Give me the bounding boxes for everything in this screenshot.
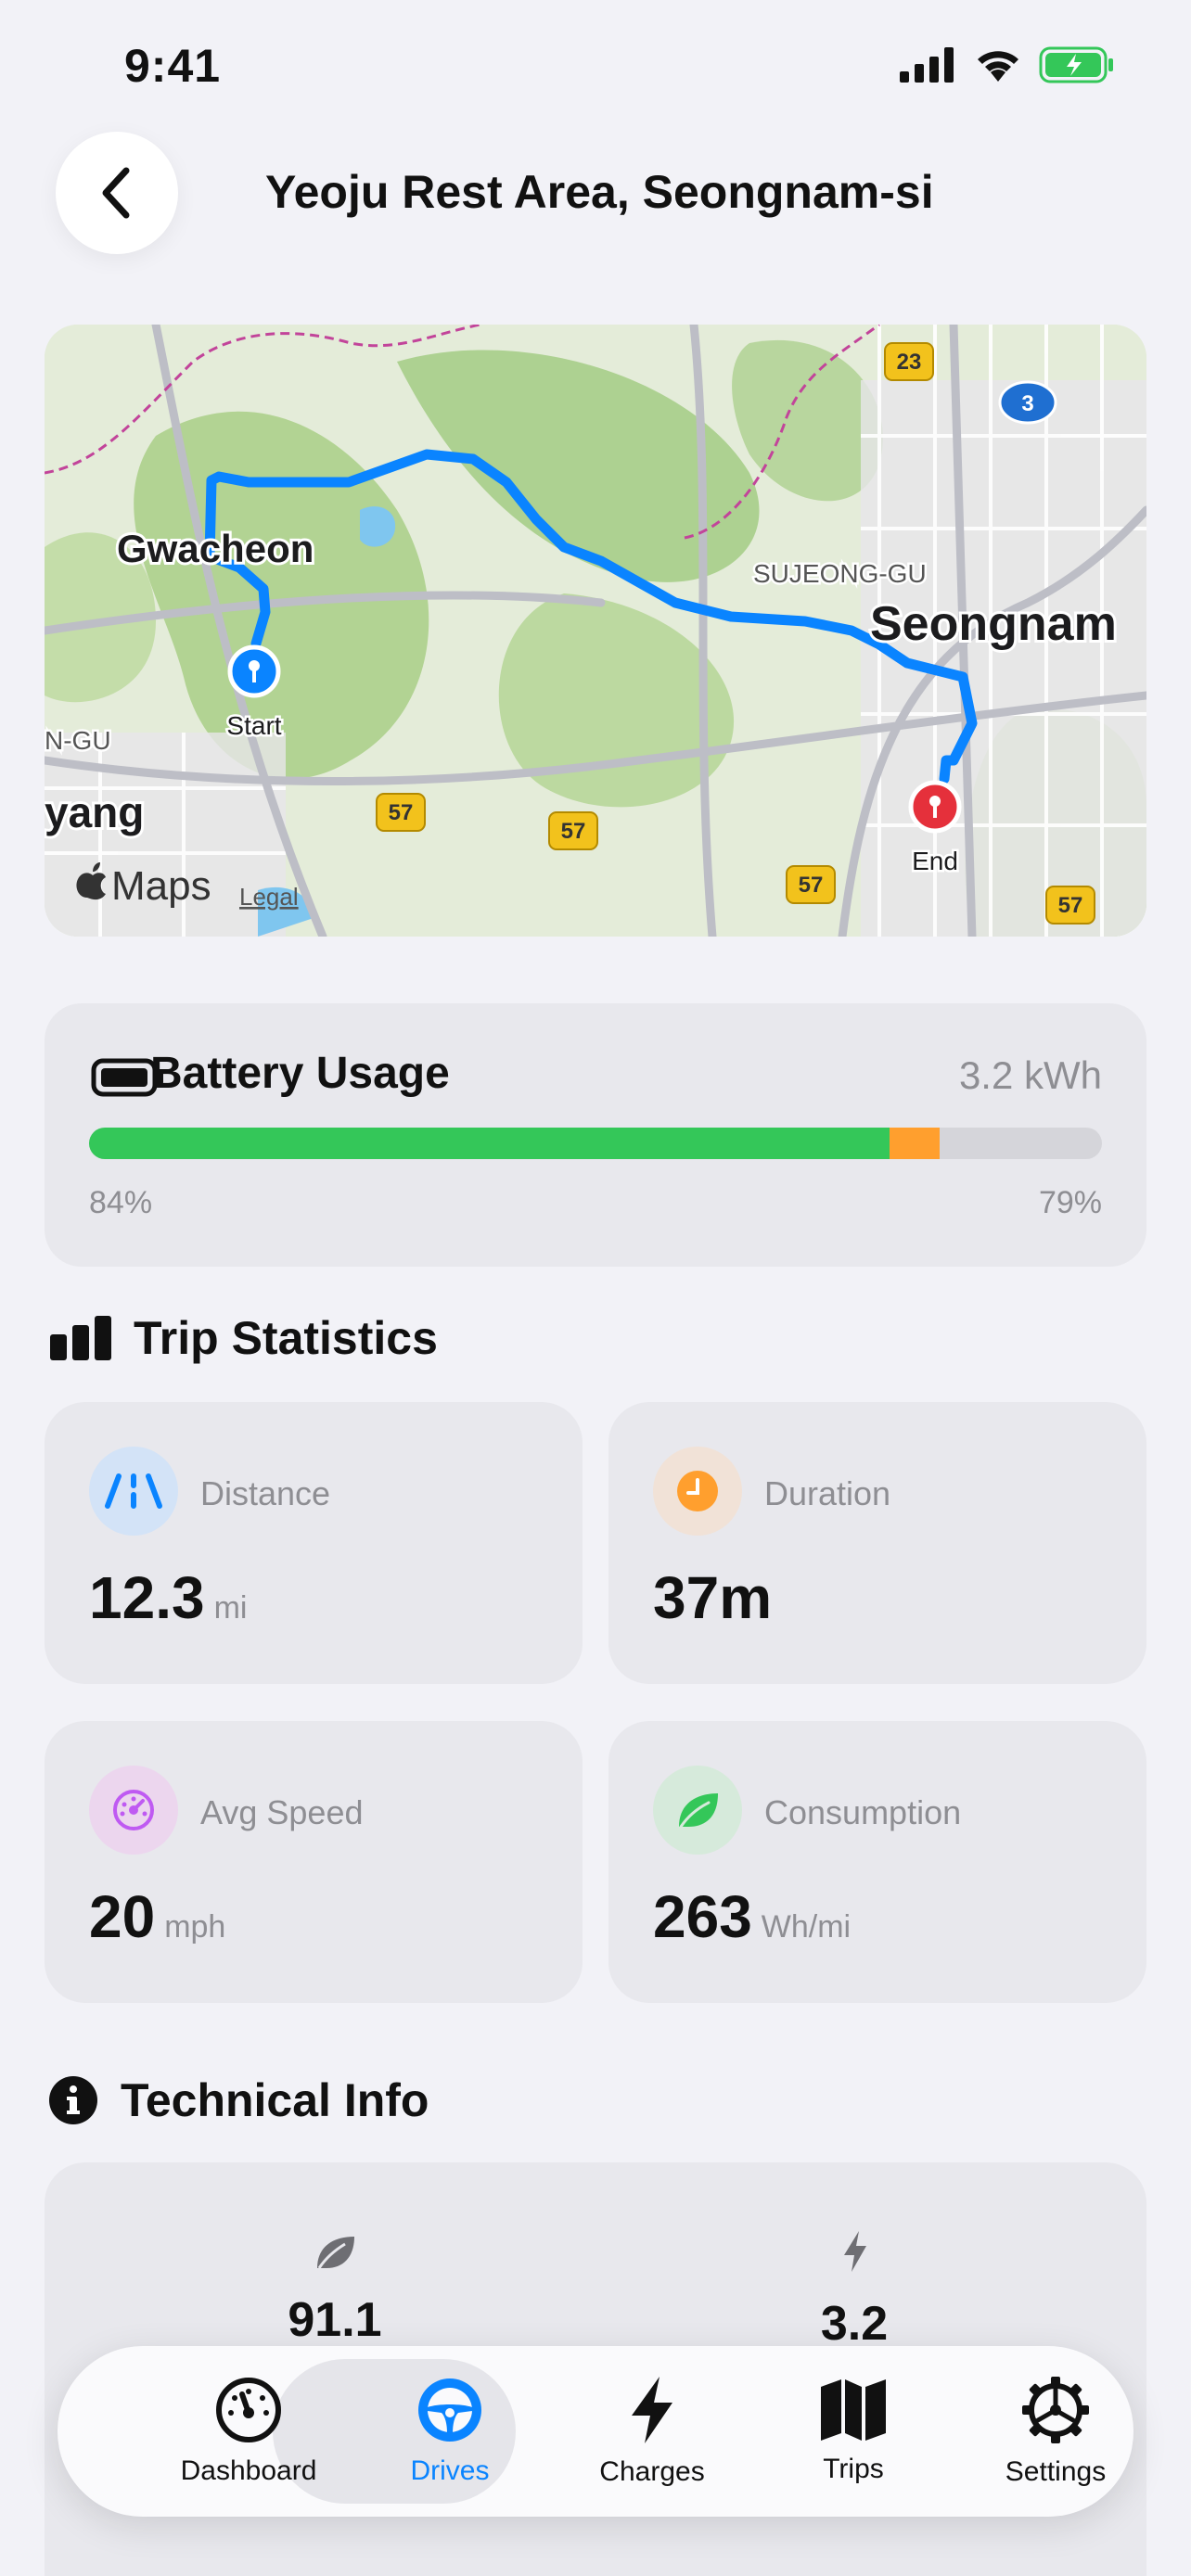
tab-trips[interactable]: Trips (751, 2346, 955, 2517)
map-label-seongnam: Seongnam (870, 597, 1117, 651)
road-badge-57d: 57 (1045, 886, 1095, 925)
technical-info-title: Technical Info (121, 2074, 429, 2126)
legal-link[interactable]: Legal (239, 883, 299, 911)
gear-icon (1022, 2377, 1089, 2443)
battery-usage-title: Battery Usage (150, 1049, 450, 1098)
tech-value: 3.2 (820, 2297, 889, 2351)
bolt-icon (632, 2377, 672, 2443)
road-badge-3: 3 (998, 380, 1057, 425)
back-button[interactable] (56, 132, 178, 254)
map-label-gwacheon: Gwacheon (117, 527, 314, 570)
road-badge-57b: 57 (548, 811, 598, 850)
status-icons (900, 46, 1115, 83)
info-circle-icon (49, 2076, 97, 2124)
stat-value: 263 Wh/mi (653, 1883, 852, 1950)
route-map[interactable]: 23 3 57 57 57 57 Gwacheon Seongnam SUJEO… (45, 325, 1146, 937)
battery-end-percent: 79% (1038, 1185, 1102, 1220)
map-icon (821, 2379, 886, 2441)
status-time: 9:41 (124, 40, 222, 92)
road-icon (89, 1447, 178, 1536)
clock-icon (653, 1447, 742, 1536)
tab-label: Trips (823, 2454, 884, 2484)
tab-label: Charges (599, 2456, 705, 2487)
svg-text:57: 57 (389, 800, 414, 825)
trip-statistics-title: Trip Statistics (134, 1312, 438, 1364)
tab-charges[interactable]: Charges (550, 2346, 754, 2517)
bolt-icon (844, 2231, 866, 2272)
stat-value: 37m (653, 1564, 773, 1631)
svg-text:57: 57 (1058, 893, 1083, 918)
stat-label: Distance (200, 1474, 331, 1512)
battery-bar-used (889, 1128, 941, 1159)
battery-energy: 3.2 kWh (958, 1053, 1102, 1097)
steering-wheel-icon (418, 2378, 481, 2442)
chevron-left-icon (102, 167, 130, 219)
tab-label: Drives (410, 2455, 490, 2486)
technical-info-header: Technical Info (48, 2073, 429, 2127)
trip-statistics-header: Trip Statistics (50, 1311, 438, 1365)
stat-label: Duration (764, 1474, 891, 1512)
stat-label: Avg Speed (200, 1793, 364, 1831)
battery-start-percent: 84% (89, 1185, 153, 1220)
gauge-icon (216, 2378, 281, 2442)
svg-text:Maps: Maps (111, 863, 211, 909)
wifi-icon (978, 51, 1018, 82)
tab-settings[interactable]: Settings (954, 2346, 1158, 2517)
battery-charging-icon (1039, 46, 1113, 83)
tab-dashboard[interactable]: Dashboard (147, 2346, 351, 2517)
end-pin[interactable] (908, 780, 962, 834)
stat-label: Consumption (764, 1793, 962, 1831)
stat-card-distance: Distance 12.3 mi (45, 1402, 583, 1684)
start-pin[interactable] (227, 644, 281, 698)
svg-text:3: 3 (1021, 391, 1033, 416)
svg-text:57: 57 (799, 873, 824, 898)
svg-text:57: 57 (561, 819, 586, 844)
tab-bar: Dashboard Drives Charges Trips Settings (58, 2346, 1133, 2517)
svg-text:23: 23 (897, 350, 922, 375)
tab-label: Settings (1005, 2456, 1107, 2487)
battery-bar-remaining (89, 1128, 890, 1159)
stat-card-avg-speed: Avg Speed 20 mph (45, 1721, 583, 2003)
tech-value: 91.1 (288, 2293, 382, 2347)
road-badge-23: 23 (884, 342, 934, 381)
tab-label: Dashboard (180, 2455, 317, 2486)
bar-chart-icon (50, 1316, 111, 1360)
map-label-sujeong: SUJEONG-GU (753, 559, 927, 588)
road-badge-57a: 57 (376, 793, 426, 832)
leaf-icon (317, 2237, 354, 2269)
signal-icon (900, 47, 954, 83)
page-title: Yeoju Rest Area, Seongnam-si (265, 166, 934, 218)
map-label-ngu: N-GU (45, 726, 111, 755)
leaf-icon (653, 1766, 742, 1855)
stat-value: 20 mph (89, 1883, 226, 1950)
map-label-yang: yang (45, 788, 144, 836)
map-label-end: End (912, 847, 958, 875)
stat-value: 12.3 mi (89, 1564, 248, 1631)
stat-card-consumption: Consumption 263 Wh/mi (608, 1721, 1146, 2003)
tab-drives[interactable]: Drives (348, 2346, 552, 2517)
stat-card-duration: Duration 37m (608, 1402, 1146, 1684)
map-label-start: Start (226, 711, 281, 740)
road-badge-57c: 57 (786, 865, 836, 904)
battery-bar (89, 1128, 1102, 1159)
speedometer-icon (89, 1766, 178, 1855)
